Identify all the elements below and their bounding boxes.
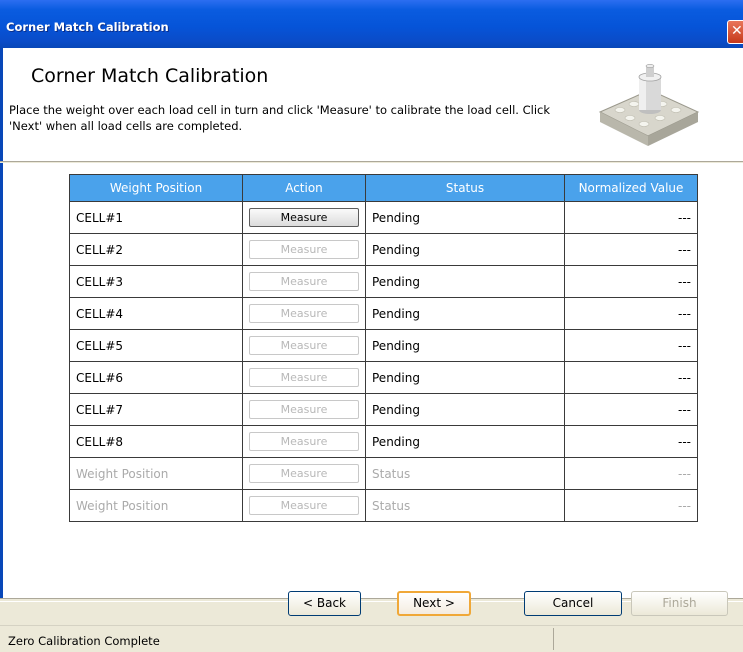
column-header-action[interactable]: Action	[242, 174, 366, 202]
finish-button[interactable]: Finish	[631, 591, 728, 616]
weight-position-cell: CELL#3	[69, 265, 243, 298]
page-description: Place the weight over each load cell in …	[9, 103, 550, 133]
normalized-value-cell: ---	[564, 393, 698, 426]
weight-position-cell: CELL#1	[69, 201, 243, 234]
table-row: CELL#2 Measure Pending ---	[69, 233, 698, 266]
table-header-row: Weight Position Action Status Normalized…	[69, 174, 698, 202]
measure-button[interactable]: Measure	[249, 496, 359, 515]
window-title: Corner Match Calibration	[6, 20, 169, 34]
close-icon[interactable]: ✕	[727, 20, 743, 44]
column-header-normalized-value[interactable]: Normalized Value	[564, 174, 698, 202]
measure-button[interactable]: Measure	[249, 368, 359, 387]
weight-position-cell: CELL#2	[69, 233, 243, 266]
normalized-value-cell: ---	[564, 329, 698, 362]
status-cell: Pending	[365, 425, 565, 458]
normalized-value-cell: ---	[564, 265, 698, 298]
status-cell: Pending	[365, 233, 565, 266]
weight-position-cell: CELL#6	[69, 361, 243, 394]
normalized-value-cell: ---	[564, 425, 698, 458]
wizard-window: Corner Match Calibration ✕ Corner Match …	[0, 0, 743, 652]
table-row: Weight Position Measure Status ---	[69, 457, 698, 490]
cancel-button[interactable]: Cancel	[524, 591, 622, 616]
table-row: CELL#8 Measure Pending ---	[69, 425, 698, 458]
normalized-value-cell: ---	[564, 297, 698, 330]
measure-button[interactable]: Measure	[249, 304, 359, 323]
measure-button[interactable]: Measure	[249, 208, 359, 227]
status-cell: Pending	[365, 201, 565, 234]
weight-position-cell: Weight Position	[69, 457, 243, 490]
weight-position-cell: CELL#4	[69, 297, 243, 330]
normalized-value-cell: ---	[564, 489, 698, 522]
table-row: CELL#1 Measure Pending ---	[69, 201, 698, 234]
normalized-value-cell: ---	[564, 361, 698, 394]
table-row: CELL#5 Measure Pending ---	[69, 329, 698, 362]
status-bar-divider	[553, 628, 554, 650]
status-cell: Pending	[365, 297, 565, 330]
measure-button[interactable]: Measure	[249, 432, 359, 451]
back-button[interactable]: < Back	[288, 591, 361, 616]
normalized-value-cell: ---	[564, 201, 698, 234]
column-header-status[interactable]: Status	[365, 174, 565, 202]
page-title: Corner Match Calibration	[31, 65, 269, 87]
table-row: CELL#3 Measure Pending ---	[69, 265, 698, 298]
column-header-weight-position[interactable]: Weight Position	[69, 174, 243, 202]
weight-position-cell: CELL#7	[69, 393, 243, 426]
status-cell: Pending	[365, 265, 565, 298]
table-row: CELL#7 Measure Pending ---	[69, 393, 698, 426]
measure-button[interactable]: Measure	[249, 464, 359, 483]
weight-position-cell: CELL#5	[69, 329, 243, 362]
title-bar[interactable]: Corner Match Calibration ✕	[0, 0, 743, 48]
normalized-value-cell: ---	[564, 233, 698, 266]
measure-button[interactable]: Measure	[249, 336, 359, 355]
calibration-table: Weight Position Action Status Normalized…	[69, 174, 698, 522]
measure-button[interactable]: Measure	[249, 240, 359, 259]
table-row: Weight Position Measure Status ---	[69, 489, 698, 522]
normalized-value-cell: ---	[564, 457, 698, 490]
status-cell: Pending	[365, 329, 565, 362]
status-cell: Status	[365, 457, 565, 490]
table-row: CELL#6 Measure Pending ---	[69, 361, 698, 394]
next-button[interactable]: Next >	[397, 591, 471, 616]
measure-button[interactable]: Measure	[249, 400, 359, 419]
load-cell-platform-icon	[598, 64, 700, 146]
weight-position-cell: CELL#8	[69, 425, 243, 458]
status-cell: Pending	[365, 361, 565, 394]
status-cell: Status	[365, 489, 565, 522]
measure-button[interactable]: Measure	[249, 272, 359, 291]
status-cell: Pending	[365, 393, 565, 426]
status-text: Zero Calibration Complete	[8, 634, 160, 648]
table-row: CELL#4 Measure Pending ---	[69, 297, 698, 330]
weight-position-cell: Weight Position	[69, 489, 243, 522]
